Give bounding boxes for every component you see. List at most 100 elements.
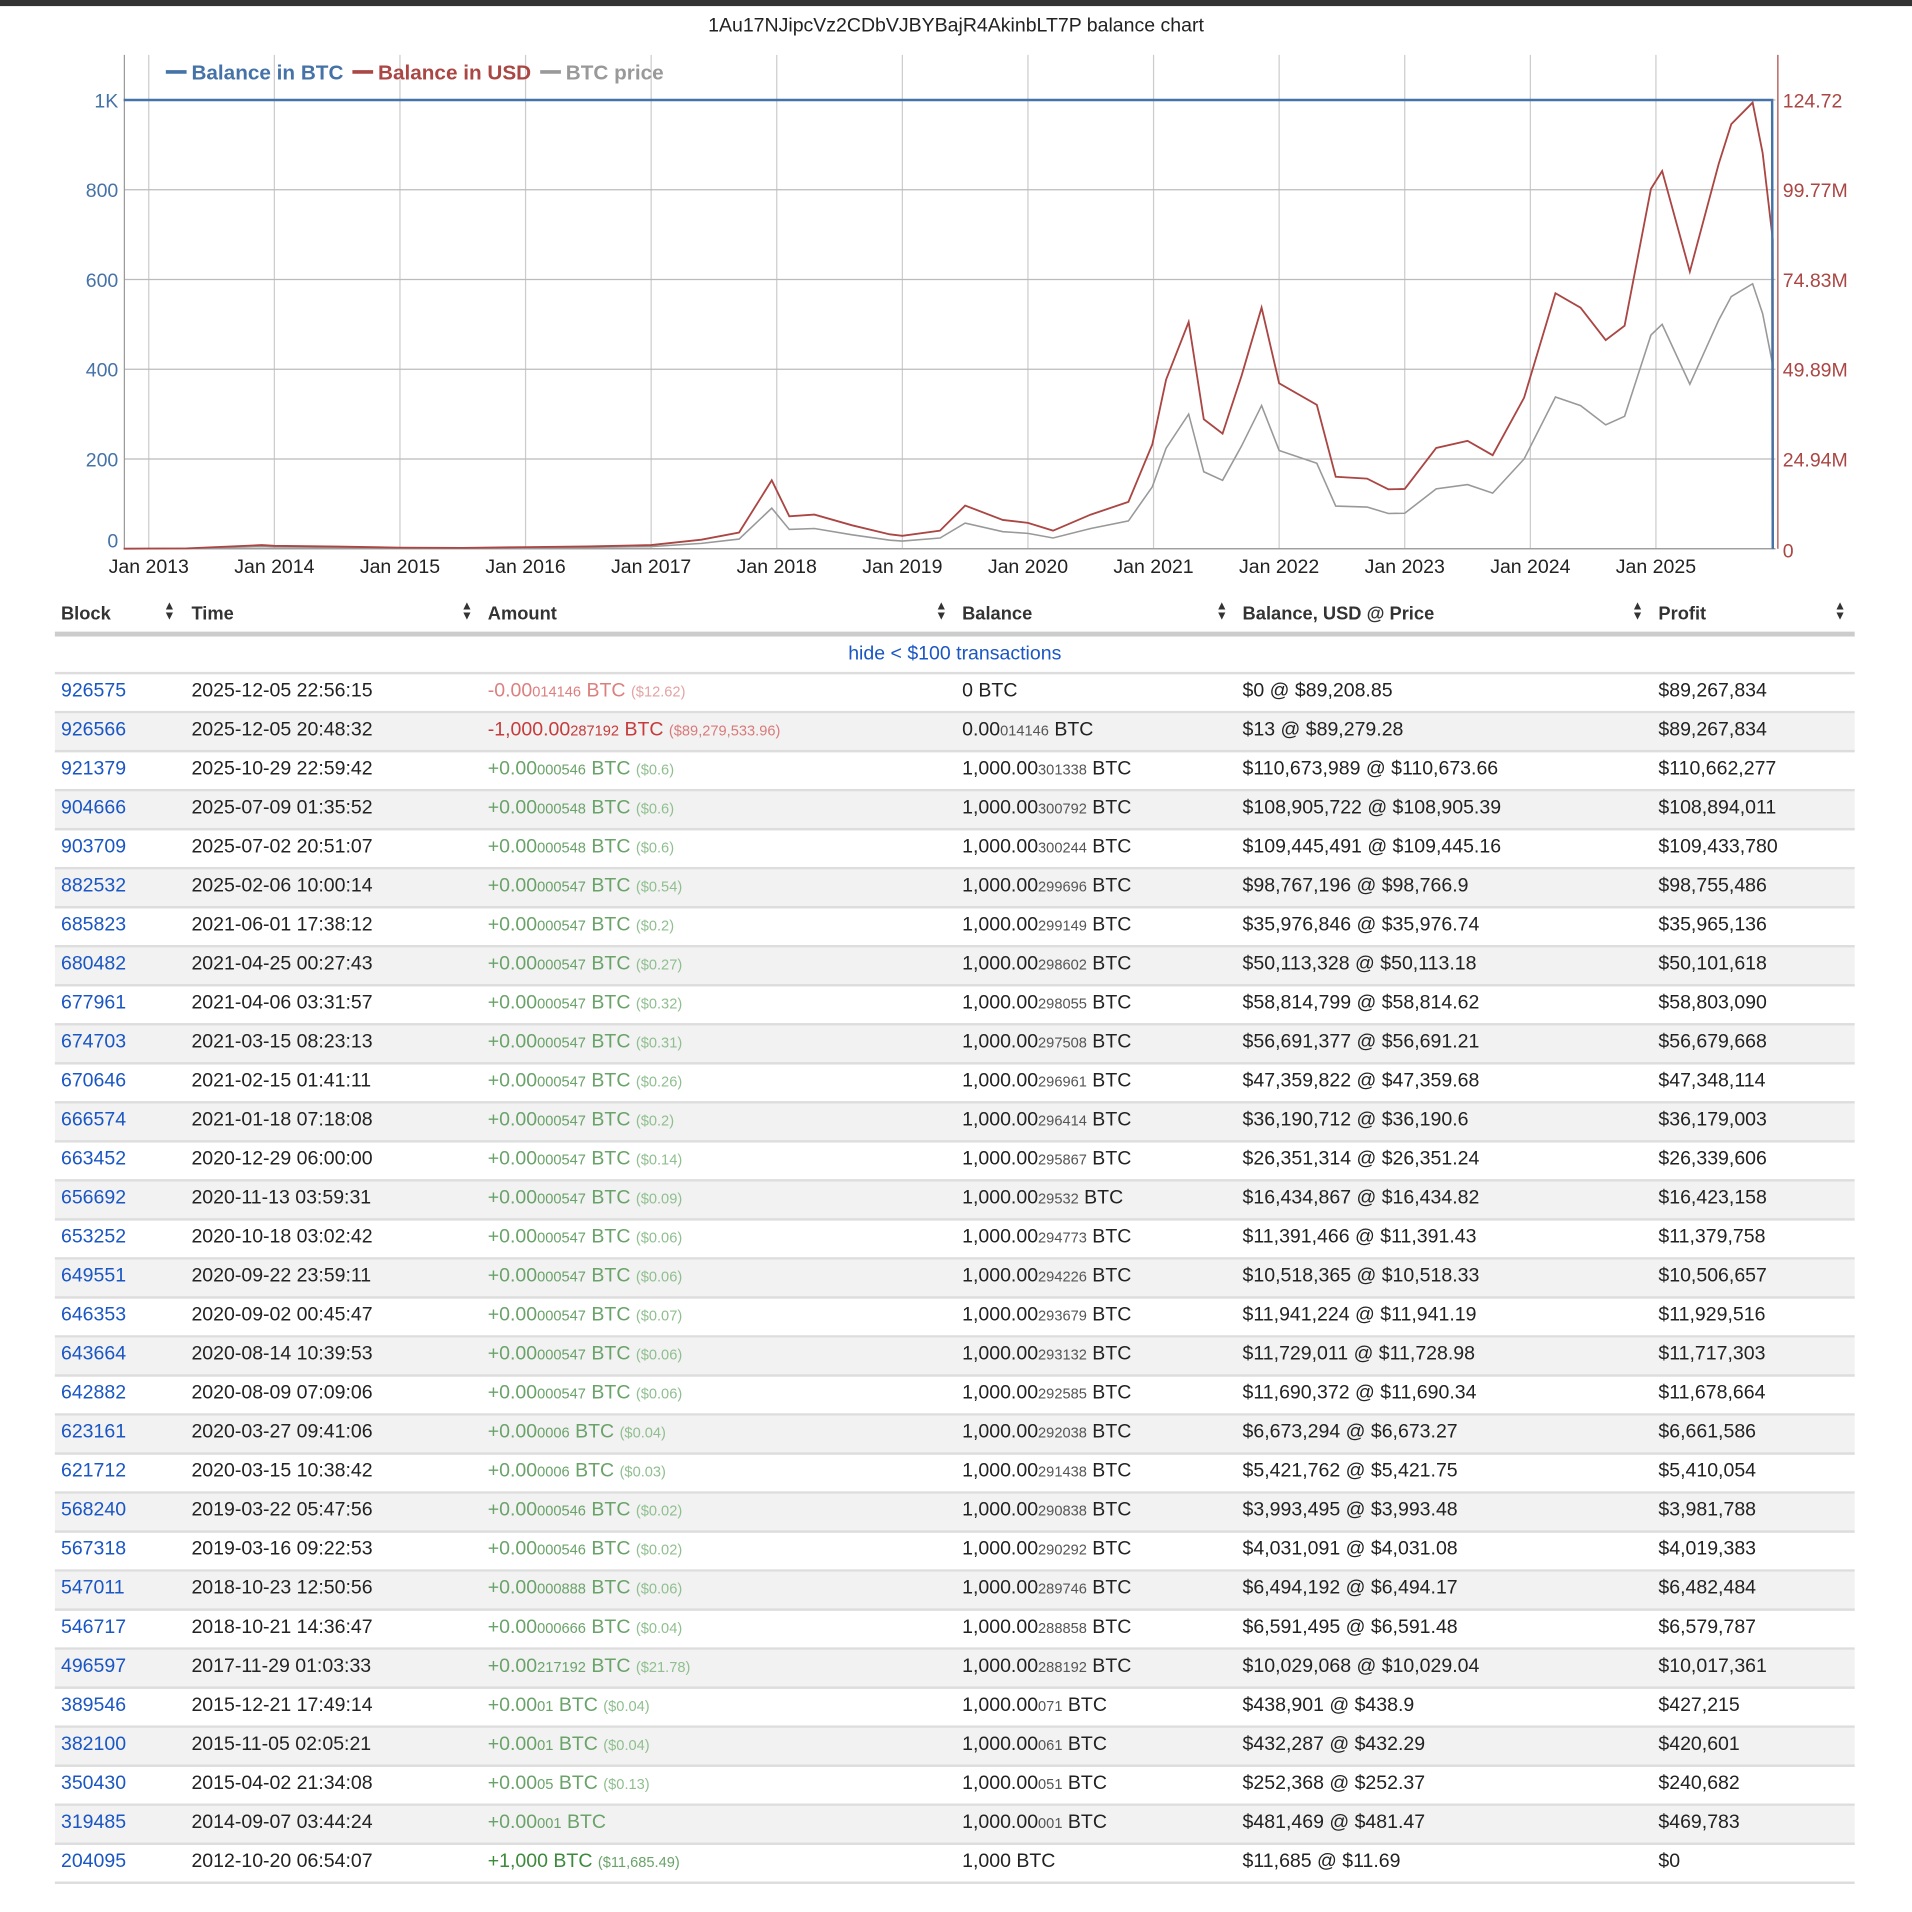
- table-row: 567318 2019-03-16 09:22:53 +0.00000546 BTC…: [54, 1533, 1855, 1572]
- balance-unit: BTC: [1092, 836, 1132, 858]
- block-link[interactable]: 904666: [61, 797, 126, 819]
- block-link[interactable]: 653252: [61, 1227, 126, 1249]
- block-link[interactable]: 350430: [61, 1773, 126, 1795]
- header-time[interactable]: Time: [191, 604, 233, 625]
- balance-cell: 1,000.00292585 BTC: [962, 1383, 1131, 1405]
- block-link[interactable]: 389546: [61, 1695, 126, 1717]
- balance-cell: 1,000.00290292 BTC: [962, 1539, 1131, 1561]
- block-link[interactable]: 547011: [61, 1578, 125, 1600]
- block-link[interactable]: 643664: [61, 1344, 126, 1366]
- amount-usd: ($0.06): [635, 1580, 683, 1598]
- table-row: 646353 2020-09-02 00:45:47 +0.00000547 BTC…: [54, 1299, 1855, 1338]
- amount-unit: BTC: [591, 1577, 631, 1599]
- block-link[interactable]: 926566: [61, 719, 126, 741]
- profit-cell: $0: [1658, 1851, 1681, 1872]
- amount-unit: BTC: [591, 1070, 631, 1092]
- sort-icon[interactable]: ▲ ▼: [1632, 601, 1644, 623]
- balance-cell: 1,000.00288192 BTC: [962, 1656, 1131, 1678]
- amount-small-digits: 01: [537, 1697, 554, 1715]
- right-axis-label: 99.77M: [1783, 180, 1848, 202]
- block-link[interactable]: 903709: [61, 837, 126, 859]
- profit-cell: $47,348,114: [1658, 1070, 1766, 1092]
- block-link[interactable]: 496597: [61, 1656, 126, 1678]
- table-row: 204095 2012-10-20 06:54:07 +1,000 BTC ($11…: [54, 1845, 1855, 1884]
- table-row: 621712 2020-03-15 10:38:42 +0.000006 BTC (…: [54, 1455, 1855, 1494]
- header-block[interactable]: Block: [61, 604, 111, 625]
- block-link[interactable]: 567318: [61, 1539, 126, 1561]
- amount-cell: -0.00014146 BTC ($12.62): [488, 680, 686, 702]
- balance-main: 1,000.00: [962, 1499, 1039, 1521]
- balance-small-digits: 293679: [1038, 1307, 1087, 1325]
- block-link[interactable]: 204095: [61, 1851, 126, 1873]
- block-link[interactable]: 382100: [61, 1734, 126, 1756]
- block-link[interactable]: 656692: [61, 1188, 126, 1210]
- sort-icon[interactable]: ▲ ▼: [1834, 601, 1846, 623]
- hide-small-transactions-link[interactable]: hide < $100 transactions: [54, 637, 1855, 675]
- amount-cell: +0.00000547 BTC ($0.31): [488, 1032, 682, 1054]
- balance-unit: BTC: [1092, 1070, 1132, 1092]
- right-axis-label: 49.89M: [1783, 360, 1848, 382]
- amount-small-digits: 000547: [537, 1346, 586, 1364]
- balance-cell: 1,000.00001 BTC: [962, 1812, 1107, 1834]
- balance-main: 1,000.00: [962, 1812, 1039, 1833]
- header-balance-usd[interactable]: Balance, USD @ Price: [1243, 604, 1435, 625]
- block-link[interactable]: 685823: [61, 915, 126, 937]
- right-axis-label: 74.83M: [1783, 270, 1848, 292]
- block-link[interactable]: 882532: [61, 876, 126, 898]
- block-link[interactable]: 677961: [61, 993, 126, 1015]
- block-link[interactable]: 319485: [61, 1812, 126, 1834]
- amount-unit: BTC: [591, 914, 631, 936]
- balance-usd-cell: $47,359,822 @ $47,359.68: [1242, 1070, 1480, 1092]
- block-link[interactable]: 646353: [61, 1305, 126, 1327]
- balance-cell: 1,000.00293679 BTC: [962, 1305, 1131, 1327]
- header-amount[interactable]: Amount: [488, 604, 557, 625]
- profit-cell: $6,482,484: [1658, 1577, 1757, 1599]
- balance-cell: 1,000.00051 BTC: [962, 1773, 1107, 1795]
- amount-unit: BTC: [591, 953, 631, 975]
- transactions-table: 926575 2025-12-05 22:56:15 -0.00014146 BTC…: [54, 674, 1855, 1884]
- balance-main: 1,000.00: [962, 1343, 1039, 1365]
- sort-icon[interactable]: ▲ ▼: [935, 601, 947, 623]
- time-cell: 2025-02-06 10:00:14: [191, 875, 373, 897]
- block-link[interactable]: 642882: [61, 1383, 126, 1405]
- sort-icon[interactable]: ▲ ▼: [163, 601, 175, 623]
- balance-chart: 1Au17NJipcVz2CDbVJBYBajR4AkinbLT7P balan…: [86, 15, 1848, 578]
- balance-unit: BTC: [1092, 914, 1132, 936]
- header-balance[interactable]: Balance: [962, 604, 1032, 625]
- amount-main: +0.00: [487, 1694, 538, 1716]
- balance-cell: 1,000.0029532 BTC: [962, 1188, 1123, 1210]
- block-link[interactable]: 623161: [61, 1422, 126, 1444]
- block-link[interactable]: 546717: [61, 1617, 126, 1639]
- amount-main: +0.00: [487, 836, 538, 858]
- sort-icon[interactable]: ▲ ▼: [1216, 601, 1228, 623]
- block-link[interactable]: 670646: [61, 1071, 126, 1093]
- amount-cell: +0.00217192 BTC ($21.78): [488, 1656, 691, 1678]
- block-link[interactable]: 568240: [61, 1500, 126, 1522]
- balance-cell: 1,000.00297508 BTC: [962, 1032, 1131, 1054]
- legend-item: Balance in BTC: [191, 61, 343, 84]
- amount-small-digits: 0006: [537, 1424, 570, 1442]
- balance-unit: BTC: [1067, 1694, 1107, 1716]
- block-link[interactable]: 680482: [61, 954, 126, 976]
- block-link[interactable]: 649551: [61, 1266, 126, 1288]
- block-link[interactable]: 666574: [61, 1110, 126, 1132]
- amount-unit: BTC: [591, 1187, 631, 1209]
- table-header: Block ▲ ▼ Time ▲ ▼ Amount ▲ ▼ Balance ▲ ▼ Ba…: [54, 595, 1855, 637]
- block-link[interactable]: 621712: [61, 1461, 126, 1483]
- block-link[interactable]: 663452: [61, 1149, 126, 1171]
- profit-cell: $469,783: [1658, 1812, 1740, 1833]
- balance-cell: 1,000.00300244 BTC: [962, 837, 1131, 859]
- table-row: 350430 2015-04-02 21:34:08 +0.0005 BTC ($0…: [54, 1767, 1855, 1806]
- amount-unit: BTC: [591, 1109, 631, 1131]
- table-row: 882532 2025-02-06 10:00:14 +0.00000547 BTC…: [54, 869, 1855, 909]
- block-link[interactable]: 674703: [61, 1032, 126, 1054]
- sort-icon[interactable]: ▲ ▼: [461, 601, 473, 623]
- block-link[interactable]: 921379: [61, 758, 126, 780]
- header-profit[interactable]: Profit: [1658, 604, 1706, 625]
- profit-cell: $110,662,277: [1658, 758, 1777, 780]
- amount-main: +0.00: [487, 1733, 538, 1755]
- balance-main: 1,000.00: [962, 1616, 1039, 1638]
- amount-unit: BTC: [591, 1304, 631, 1326]
- block-link[interactable]: 926575: [61, 680, 126, 702]
- amount-main: +0.00: [487, 1148, 538, 1170]
